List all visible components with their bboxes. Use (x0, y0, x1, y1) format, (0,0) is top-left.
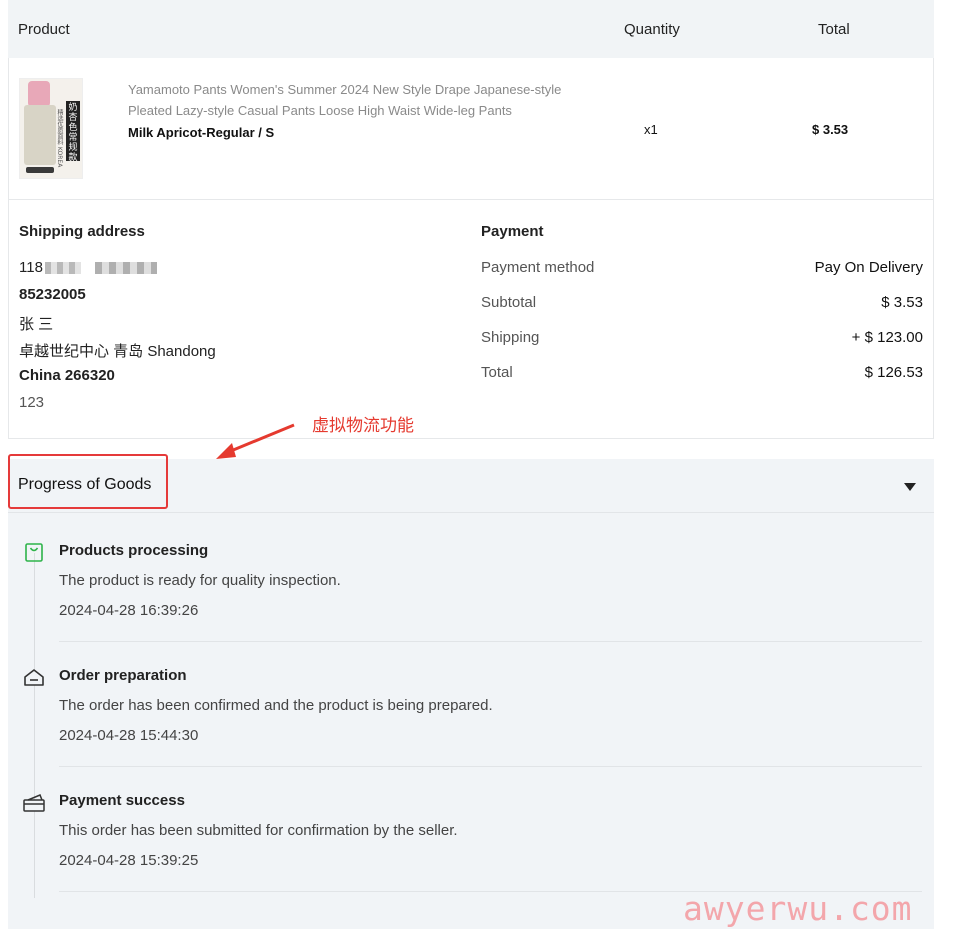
shopping-bag-icon (25, 543, 43, 562)
step-title: Products processing (59, 542, 209, 559)
subtotal-label: Subtotal (481, 294, 537, 311)
payment-card-icon (23, 794, 45, 812)
step-timestamp: 2024-04-28 15:44:30 (59, 727, 199, 744)
annotation-label: 虚拟物流功能 (312, 416, 414, 436)
order-table-header: Product Quantity Total (8, 0, 934, 58)
timeline-line (34, 553, 35, 898)
shipping-fee-value: + $ 123.00 (851, 329, 923, 346)
column-product: Product (18, 20, 70, 38)
column-quantity: Quantity (624, 20, 680, 38)
order-details: Product Quantity Total 精选优质面料 KOREA 奶杏色常… (8, 0, 934, 439)
highlight-box (8, 454, 168, 509)
column-total: Total (818, 20, 850, 38)
step-description: The product is ready for quality inspect… (59, 572, 341, 589)
shipping-fee-label: Shipping (481, 329, 540, 346)
total-label: Total (481, 364, 513, 381)
payment-method-label: Payment method (481, 259, 595, 276)
step-timestamp: 2024-04-28 15:39:25 (59, 852, 199, 869)
house-icon (24, 669, 44, 686)
annotation-arrow-icon (216, 423, 295, 459)
shipping-phone: 85232005 (19, 286, 86, 303)
shipping-street: 卓越世纪中心 青岛 Shandong (19, 343, 216, 360)
progress-header[interactable]: Progress of Goods (8, 454, 934, 513)
total-value: $ 126.53 (864, 364, 923, 381)
payment-heading: Payment (481, 223, 544, 240)
thumbnail-side-text: 精选优质面料 KOREA (56, 109, 63, 168)
shipping-address-heading: Shipping address (19, 223, 145, 240)
shipping-name: 张 三 (19, 316, 54, 333)
product-thumbnail[interactable]: 精选优质面料 KOREA 奶杏色常规款 (19, 78, 83, 179)
progress-of-goods-panel: Progress of Goods Products processing Th… (8, 454, 934, 929)
divider (59, 766, 922, 767)
caret-down-icon[interactable] (904, 483, 916, 491)
subtotal-value: $ 3.53 (881, 294, 923, 311)
step-title: Payment success (59, 792, 185, 809)
step-description: This order has been submitted for confir… (59, 822, 458, 839)
thumbnail-label: 奶杏色常规款 (66, 101, 80, 163)
product-total: $ 3.53 (812, 122, 849, 137)
divider (59, 641, 922, 642)
watermark-text: awyerwu.com (683, 889, 913, 928)
shipping-line1: 118 (19, 259, 157, 276)
product-quantity: x1 (644, 122, 658, 137)
step-timestamp: 2024-04-28 16:39:26 (59, 602, 199, 619)
redacted-blur (44, 262, 81, 275)
step-description: The order has been confirmed and the pro… (59, 697, 493, 714)
product-title[interactable]: Yamamoto Pants Women's Summer 2024 New S… (128, 79, 578, 121)
shipping-extra: 123 (19, 394, 45, 411)
product-variant: Milk Apricot-Regular / S (128, 125, 275, 140)
step-title: Order preparation (59, 667, 187, 684)
payment-method-value: Pay On Delivery (814, 259, 923, 276)
shipping-country-zip: China 266320 (19, 367, 115, 384)
order-info-section: Shipping address 118 (8, 200, 934, 439)
redacted-blur (94, 262, 157, 275)
